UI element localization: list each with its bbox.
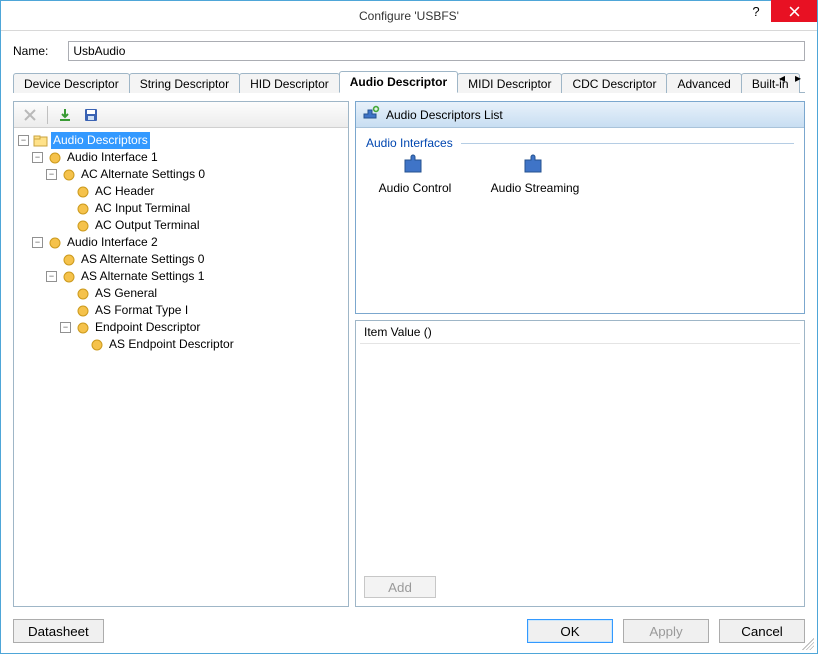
- iface-audio-control[interactable]: Audio Control: [370, 152, 460, 195]
- tree-item-label: AS Alternate Settings 1: [79, 268, 206, 285]
- import-button[interactable]: [53, 104, 77, 126]
- tree-ac-input[interactable]: AC Input Terminal: [60, 200, 346, 217]
- tab-advanced[interactable]: Advanced: [666, 73, 741, 93]
- descriptors-list-header: Audio Descriptors List: [356, 102, 804, 128]
- folder-icon: [33, 134, 49, 148]
- tree-item-label: AS Endpoint Descriptor: [107, 336, 236, 353]
- tab-audio-descriptor[interactable]: Audio Descriptor: [339, 71, 458, 93]
- tree-panel: − Audio Descriptors − Audio Interface 1: [13, 101, 349, 607]
- resize-grip[interactable]: [802, 638, 814, 650]
- tab-hid-descriptor[interactable]: HID Descriptor: [239, 73, 340, 93]
- tab-string-descriptor[interactable]: String Descriptor: [129, 73, 240, 93]
- tree-item-label: AC Alternate Settings 0: [79, 166, 207, 183]
- tree-as-endpoint[interactable]: AS Endpoint Descriptor: [74, 336, 346, 353]
- tree-item-label: AS Format Type I: [93, 302, 190, 319]
- puzzle-icon: [522, 154, 548, 179]
- tree-root-label[interactable]: Audio Descriptors: [51, 132, 150, 149]
- name-input[interactable]: [68, 41, 805, 61]
- tree-ac-output[interactable]: AC Output Terminal: [60, 217, 346, 234]
- close-button[interactable]: [771, 0, 817, 22]
- tree-item-label: AS General: [93, 285, 159, 302]
- add-button: Add: [364, 576, 436, 598]
- iface-label: Audio Control: [379, 181, 452, 195]
- tree-as-general[interactable]: AS General: [60, 285, 346, 302]
- tree-if1-alt0[interactable]: − AC Alternate Settings 0: [46, 166, 346, 183]
- tree-item-label: AC Output Terminal: [93, 217, 202, 234]
- descriptor-icon: [61, 253, 77, 267]
- descriptor-icon: [61, 168, 77, 182]
- descriptor-icon: [47, 151, 63, 165]
- tree-if2[interactable]: − Audio Interface 2: [32, 234, 346, 251]
- collapse-icon[interactable]: −: [18, 135, 29, 146]
- tab-scroll-right[interactable]: ▸: [791, 71, 805, 85]
- descriptor-icon: [47, 236, 63, 250]
- tree-endpoint[interactable]: − Endpoint Descriptor: [60, 319, 346, 336]
- iface-audio-streaming[interactable]: Audio Streaming: [490, 152, 580, 195]
- descriptors-list-title: Audio Descriptors List: [386, 108, 503, 122]
- descriptor-icon: [75, 202, 91, 216]
- tree-if1[interactable]: − Audio Interface 1: [32, 149, 346, 166]
- tree-item-label: Endpoint Descriptor: [93, 319, 202, 336]
- tabstrip: Device Descriptor String Descriptor HID …: [13, 71, 805, 93]
- collapse-icon[interactable]: −: [32, 152, 43, 163]
- tree-item-label: AC Input Terminal: [93, 200, 192, 217]
- tree-toolbar: [14, 102, 348, 128]
- descriptor-icon: [75, 219, 91, 233]
- tree-if2-alt0[interactable]: AS Alternate Settings 0: [46, 251, 346, 268]
- collapse-icon[interactable]: −: [32, 237, 43, 248]
- apply-button: Apply: [623, 619, 709, 643]
- collapse-icon[interactable]: −: [60, 322, 71, 333]
- tab-cdc-descriptor[interactable]: CDC Descriptor: [561, 73, 667, 93]
- delete-button[interactable]: [18, 104, 42, 126]
- titlebar: Configure 'USBFS' ?: [1, 1, 817, 31]
- name-label: Name:: [13, 44, 48, 58]
- tree-ac-header[interactable]: AC Header: [60, 183, 346, 200]
- descriptor-icon: [75, 321, 91, 335]
- datasheet-button[interactable]: Datasheet: [13, 619, 104, 643]
- item-value-body: [360, 343, 800, 568]
- list-add-icon: [362, 105, 380, 124]
- tree-if2-alt1[interactable]: − AS Alternate Settings 1: [46, 268, 346, 285]
- dialog-window: Configure 'USBFS' ? Name: Device Descrip…: [0, 0, 818, 654]
- window-title: Configure 'USBFS': [77, 9, 741, 23]
- tree-item-label: Audio Interface 2: [65, 234, 160, 251]
- puzzle-icon: [402, 154, 428, 179]
- tab-midi-descriptor[interactable]: MIDI Descriptor: [457, 73, 562, 93]
- collapse-icon[interactable]: −: [46, 169, 57, 180]
- tree-item-label: AC Header: [93, 183, 156, 200]
- descriptor-icon: [75, 185, 91, 199]
- descriptor-icon: [75, 304, 91, 318]
- descriptor-icon: [89, 338, 105, 352]
- descriptor-tree[interactable]: − Audio Descriptors − Audio Interface 1: [14, 128, 348, 606]
- tab-scroll-left[interactable]: ◂: [775, 71, 789, 85]
- cancel-button[interactable]: Cancel: [719, 619, 805, 643]
- tree-as-format[interactable]: AS Format Type I: [60, 302, 346, 319]
- save-button[interactable]: [79, 104, 103, 126]
- tree-item-label: Audio Interface 1: [65, 149, 160, 166]
- collapse-icon[interactable]: −: [46, 271, 57, 282]
- toolbar-separator: [47, 106, 48, 124]
- item-value-title: Item Value (): [356, 321, 804, 343]
- descriptor-icon: [75, 287, 91, 301]
- item-value-panel: Item Value () Add: [355, 320, 805, 607]
- help-button[interactable]: ?: [741, 0, 771, 22]
- descriptor-icon: [61, 270, 77, 284]
- tree-root[interactable]: − Audio Descriptors: [18, 132, 346, 149]
- iface-label: Audio Streaming: [491, 181, 580, 195]
- tree-item-label: AS Alternate Settings 0: [79, 251, 206, 268]
- descriptors-list-panel: Audio Descriptors List Audio Interfaces …: [355, 101, 805, 314]
- tab-device-descriptor[interactable]: Device Descriptor: [13, 73, 130, 93]
- ok-button[interactable]: OK: [527, 619, 613, 643]
